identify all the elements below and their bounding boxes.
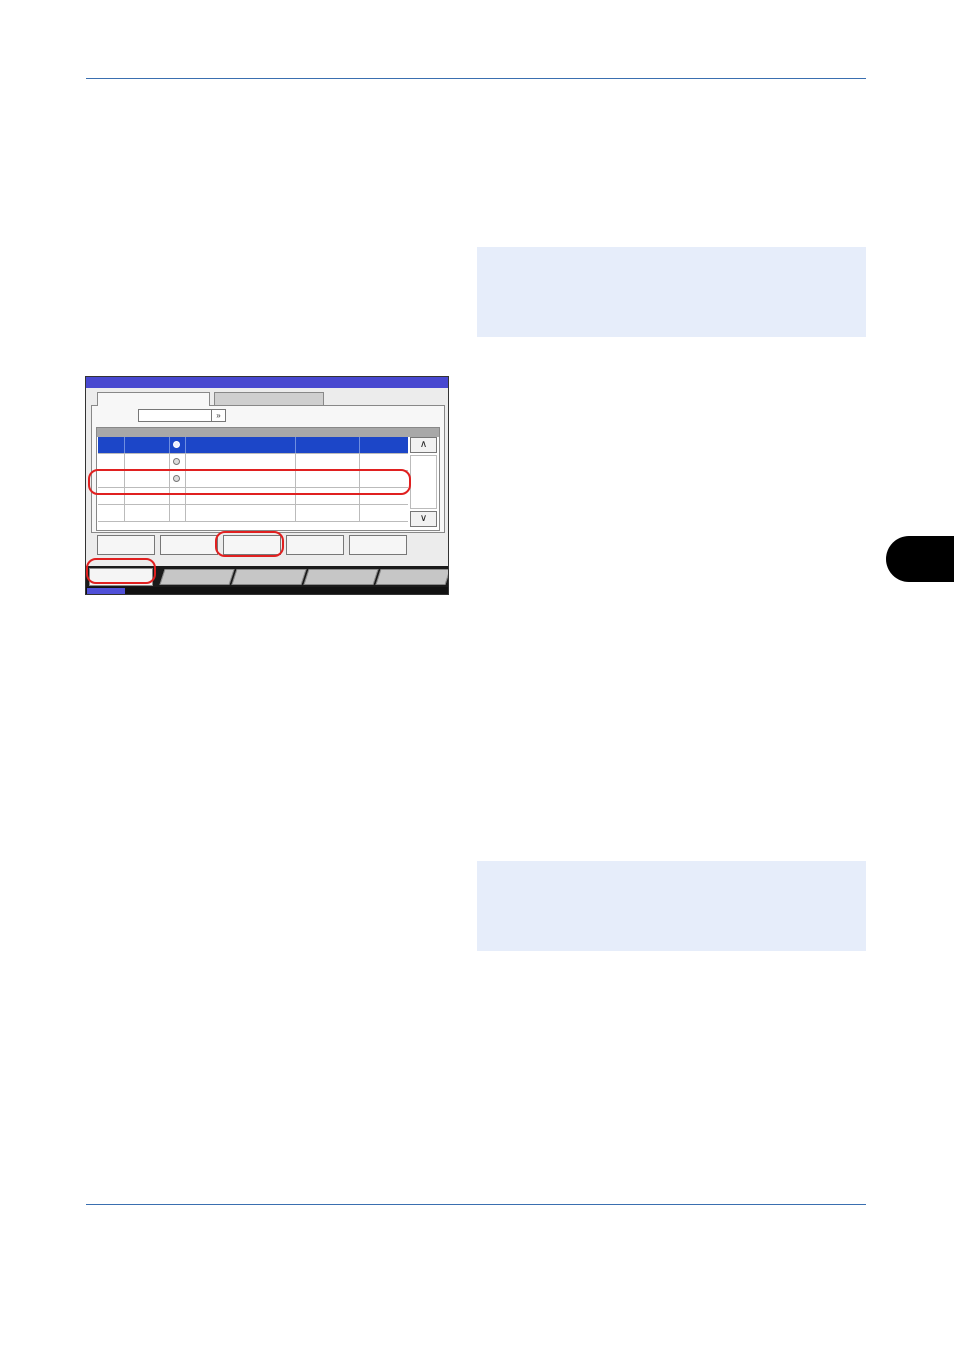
list-scrollbar[interactable]: ∧ ∨: [410, 437, 438, 529]
chapter-tab: [886, 536, 954, 582]
chevron-up-icon: ∧: [419, 439, 428, 450]
toner-meter-icon: [366, 588, 378, 594]
note-box-2: [477, 861, 866, 951]
list-item[interactable]: [98, 437, 408, 454]
function-button-4[interactable]: [286, 535, 344, 555]
chevron-down-icon: ∨: [419, 513, 428, 524]
top-rule: [86, 78, 866, 79]
scroll-track: [410, 455, 437, 509]
double-chevron-down-icon: »: [211, 410, 225, 421]
function-button-1[interactable]: [97, 535, 155, 555]
document-icon: [173, 458, 180, 465]
status-indicator: [87, 588, 125, 594]
bottom-tab-3[interactable]: [231, 569, 307, 585]
bottom-tab-2[interactable]: [159, 569, 235, 585]
highlight-bottom-tab: [86, 558, 156, 584]
panel-tab-2[interactable]: [214, 392, 324, 405]
function-button-2[interactable]: [160, 535, 218, 555]
scroll-down-button[interactable]: ∨: [410, 511, 437, 527]
highlight-list-row: [88, 469, 411, 495]
sort-dropdown[interactable]: »: [138, 409, 226, 422]
scroll-up-button[interactable]: ∧: [410, 437, 437, 453]
bottom-tab-4[interactable]: [303, 569, 379, 585]
note-box-1: [477, 247, 866, 337]
list-item[interactable]: [98, 505, 408, 522]
highlight-function-button: [215, 531, 284, 557]
list-header: [97, 428, 439, 437]
status-bar: [86, 587, 448, 594]
function-button-5[interactable]: [349, 535, 407, 555]
bottom-rule: [86, 1204, 866, 1205]
panel-tab-1[interactable]: [97, 392, 210, 406]
document-icon: [173, 441, 180, 448]
bottom-tab-5[interactable]: [375, 569, 448, 585]
panel-title-bar: [86, 377, 448, 388]
